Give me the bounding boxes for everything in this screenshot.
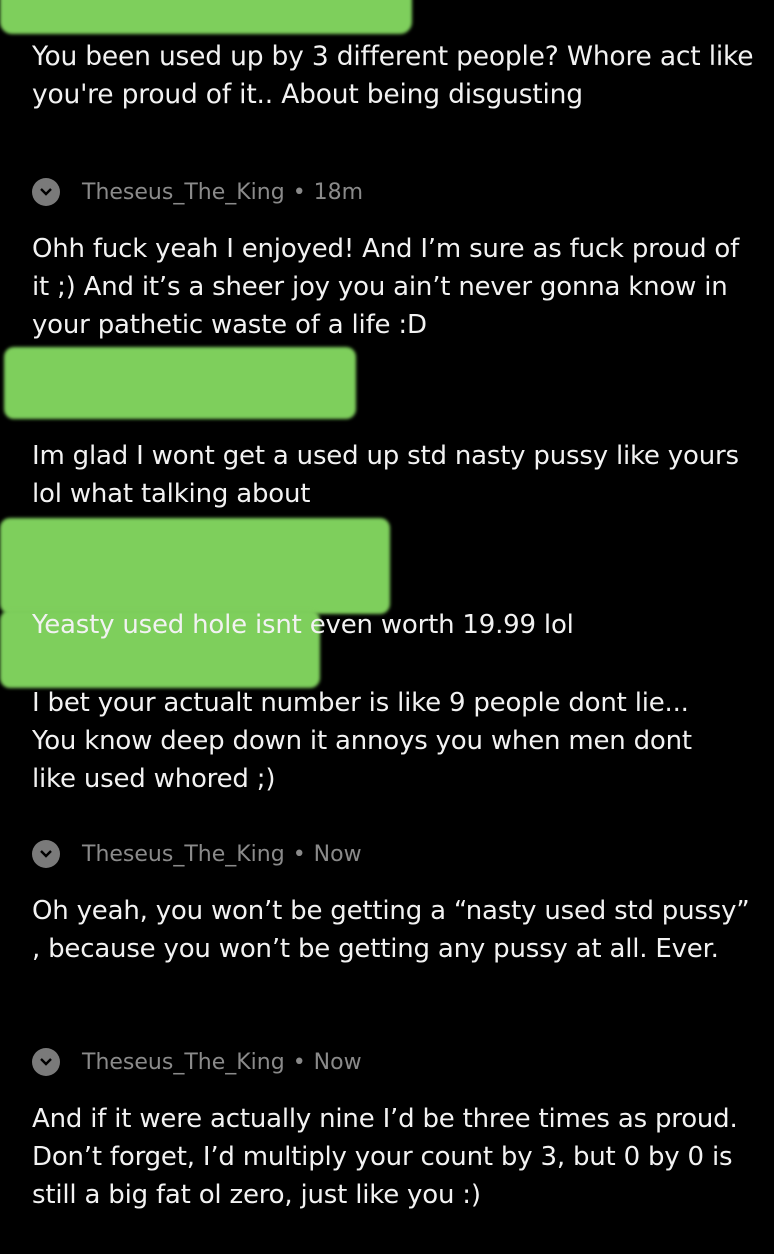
redaction-bar (4, 347, 356, 419)
comment-body: Im glad I wont get a used up std nasty p… (32, 441, 739, 509)
comment-meta: Theseus_The_King • Now (32, 836, 362, 872)
meta-separator: • (292, 1049, 306, 1075)
collapse-chevron-icon[interactable] (32, 178, 60, 206)
collapse-chevron-icon[interactable] (32, 1048, 60, 1076)
meta-separator: • (292, 841, 306, 867)
comment-body: Oh yeah, you won’t be getting a “nasty u… (32, 896, 750, 964)
collapse-chevron-icon[interactable] (32, 840, 60, 868)
comment-body: Yeasty used hole isnt even worth 19.99 l… (32, 610, 574, 640)
comment-author[interactable]: Theseus_The_King (82, 1050, 285, 1075)
redaction-bar (0, 518, 390, 614)
comment-time: Now (313, 1049, 362, 1075)
comment-body: Ohh fuck yeah I enjoyed! And I’m sure as… (32, 234, 740, 340)
comment-author[interactable]: Theseus_The_King (82, 180, 285, 205)
comment-body: And if it were actually nine I’d be thre… (32, 1104, 738, 1210)
redaction-bar (0, 0, 412, 34)
comment-body: You been used up by 3 different people? … (32, 41, 754, 110)
comment-author[interactable]: Theseus_The_King (82, 842, 285, 867)
comment-meta: Theseus_The_King • Now (32, 1044, 362, 1080)
comment-body: I bet your actualt number is like 9 peop… (32, 688, 692, 794)
comment-meta: Theseus_The_King • 18m (32, 174, 363, 210)
comment-time: Now (313, 841, 362, 867)
comment-time: 18m (313, 179, 364, 205)
meta-separator: • (292, 179, 306, 205)
